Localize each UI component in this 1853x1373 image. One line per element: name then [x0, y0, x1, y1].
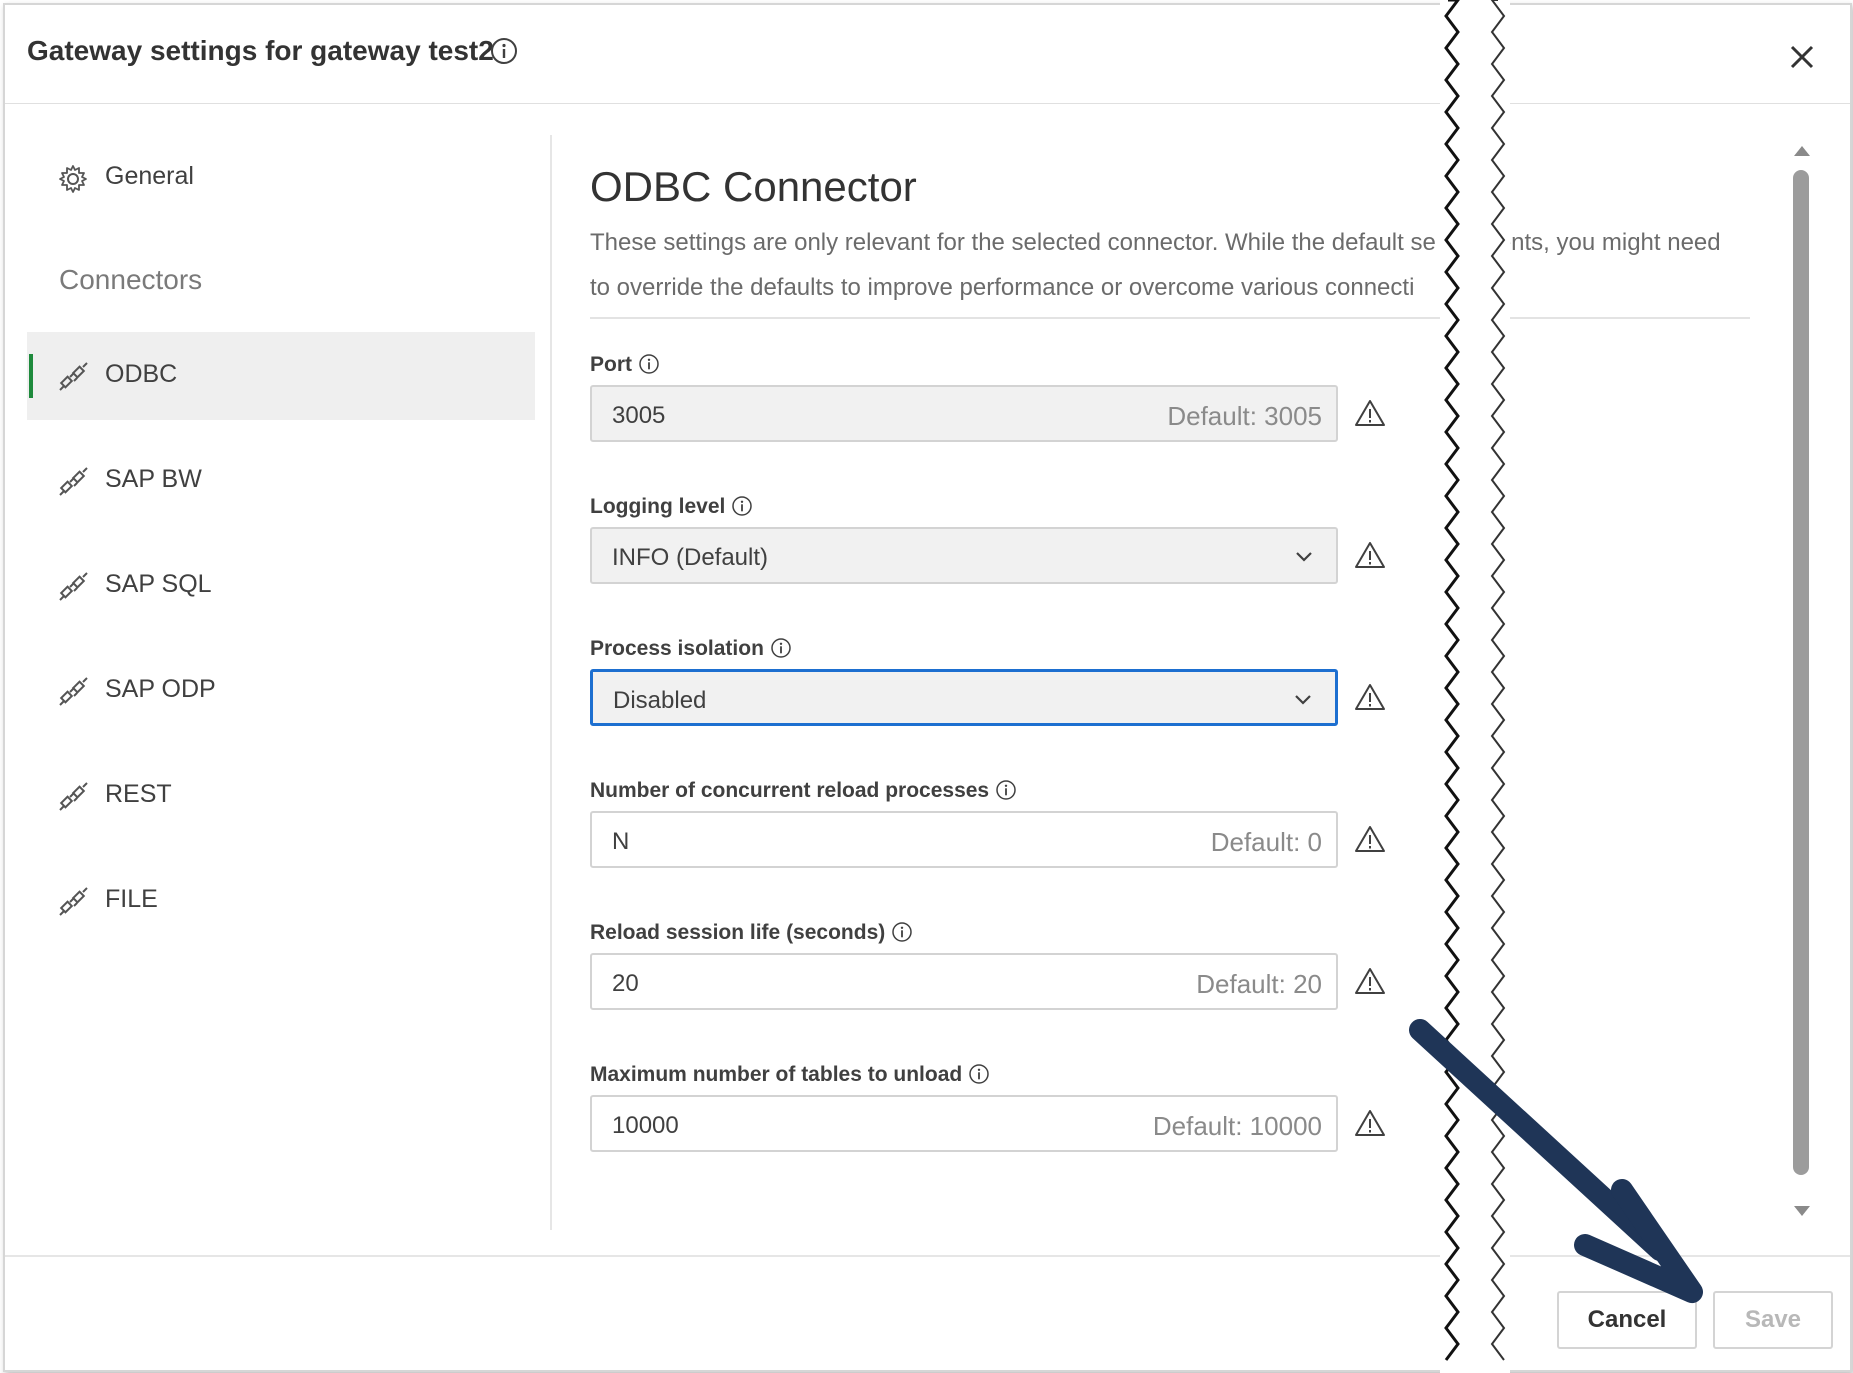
sidebar-item-file[interactable]: FILE — [27, 857, 535, 945]
info-icon[interactable] — [891, 921, 913, 943]
field-label: Reload session life (seconds) — [590, 921, 886, 944]
reload-session-life-input[interactable]: 20 Default: 20 — [590, 953, 1338, 1010]
field-label: Number of concurrent reload processes — [590, 779, 990, 802]
field-label: Logging level — [590, 495, 726, 518]
logging-level-select[interactable]: INFO (Default) — [590, 527, 1338, 584]
default-hint: Default: 20 — [1196, 969, 1322, 999]
sidebar-item-label: SAP BW — [105, 465, 202, 493]
input-value: 20 — [612, 970, 639, 997]
scroll-up-arrow-icon[interactable] — [1793, 145, 1811, 157]
connectors-section-label: Connectors — [59, 264, 203, 295]
sidebar-item-label: ODBC — [105, 360, 178, 388]
plug-icon — [59, 782, 88, 811]
plug-icon — [59, 467, 88, 496]
plug-icon — [59, 572, 88, 601]
warning-icon — [1355, 968, 1385, 994]
dialog-header: Gateway settings for gateway test2 — [5, 5, 1850, 104]
close-icon[interactable] — [1788, 43, 1816, 71]
warning-icon — [1355, 1110, 1385, 1136]
info-icon[interactable] — [770, 637, 792, 659]
sidebar-item-sap-bw[interactable]: SAP BW — [27, 437, 535, 525]
input-value: 3005 — [612, 402, 666, 429]
concurrent-reload-processes-input[interactable]: N Default: 0 — [590, 811, 1338, 868]
default-hint: Default: 3005 — [1167, 401, 1322, 431]
warning-icon — [1355, 826, 1385, 852]
max-tables-to-unload-input[interactable]: 10000 Default: 10000 — [590, 1095, 1338, 1152]
scrollbar-thumb[interactable] — [1793, 170, 1809, 1175]
dialog-title: Gateway settings for gateway test2 — [27, 35, 494, 66]
page-title: ODBC Connector — [590, 163, 917, 210]
description-line-2: to override the defaults to improve perf… — [590, 274, 1415, 301]
scroll-down-arrow-icon[interactable] — [1793, 1205, 1811, 1217]
info-icon[interactable] — [731, 495, 753, 517]
field-label: Port — [590, 353, 632, 376]
sidebar-divider — [550, 135, 552, 1230]
sidebar-item-label: FILE — [105, 885, 158, 913]
selected-value: INFO (Default) — [612, 544, 769, 571]
plug-icon — [59, 887, 88, 916]
warning-icon — [1355, 542, 1385, 568]
warning-icon — [1355, 684, 1385, 710]
info-icon[interactable] — [995, 779, 1017, 801]
info-icon[interactable] — [638, 353, 660, 375]
input-value: N — [612, 828, 630, 855]
info-icon[interactable] — [490, 37, 518, 65]
sidebar-item-sap-odp[interactable]: SAP ODP — [27, 647, 535, 735]
divider — [590, 317, 1750, 319]
input-value: 10000 — [612, 1112, 679, 1139]
default-hint: Default: 10000 — [1152, 1111, 1322, 1141]
chevron-down-icon — [1296, 552, 1312, 562]
field-label: Process isolation — [590, 637, 764, 660]
sidebar-item-label: SAP ODP — [105, 675, 216, 703]
sidebar: General Connectors ODBC SAP BW SAP SQL S… — [5, 104, 550, 1229]
sidebar-item-odbc[interactable]: ODBC — [27, 332, 535, 420]
description: These settings are only relevant for the… — [590, 220, 1750, 310]
pointer-arrow-icon — [1409, 1019, 1703, 1303]
chevron-down-icon — [1295, 695, 1311, 705]
plug-icon — [59, 362, 88, 391]
description-line-1: These settings are only relevant for the… — [590, 229, 1436, 256]
sidebar-item-label: SAP SQL — [105, 570, 212, 598]
plug-icon — [59, 677, 88, 706]
description-line-1-end: ents, you might need — [1497, 229, 1721, 256]
sidebar-item-label: General — [105, 162, 194, 190]
gear-icon — [59, 165, 87, 193]
selected-value: Disabled — [613, 687, 707, 714]
default-hint: Default: 0 — [1210, 827, 1322, 857]
sidebar-item-sap-sql[interactable]: SAP SQL — [27, 542, 535, 630]
warning-icon — [1355, 400, 1385, 426]
sidebar-item-label: REST — [105, 780, 172, 808]
info-icon[interactable] — [968, 1063, 990, 1085]
port-input[interactable]: 3005 Default: 3005 — [590, 385, 1338, 442]
process-isolation-select[interactable]: Disabled — [590, 669, 1338, 726]
sidebar-item-general[interactable]: General — [27, 134, 535, 222]
field-label: Maximum number of tables to unload — [590, 1063, 963, 1086]
save-button[interactable]: Save — [1713, 1291, 1833, 1349]
sidebar-item-rest[interactable]: REST — [27, 752, 535, 840]
